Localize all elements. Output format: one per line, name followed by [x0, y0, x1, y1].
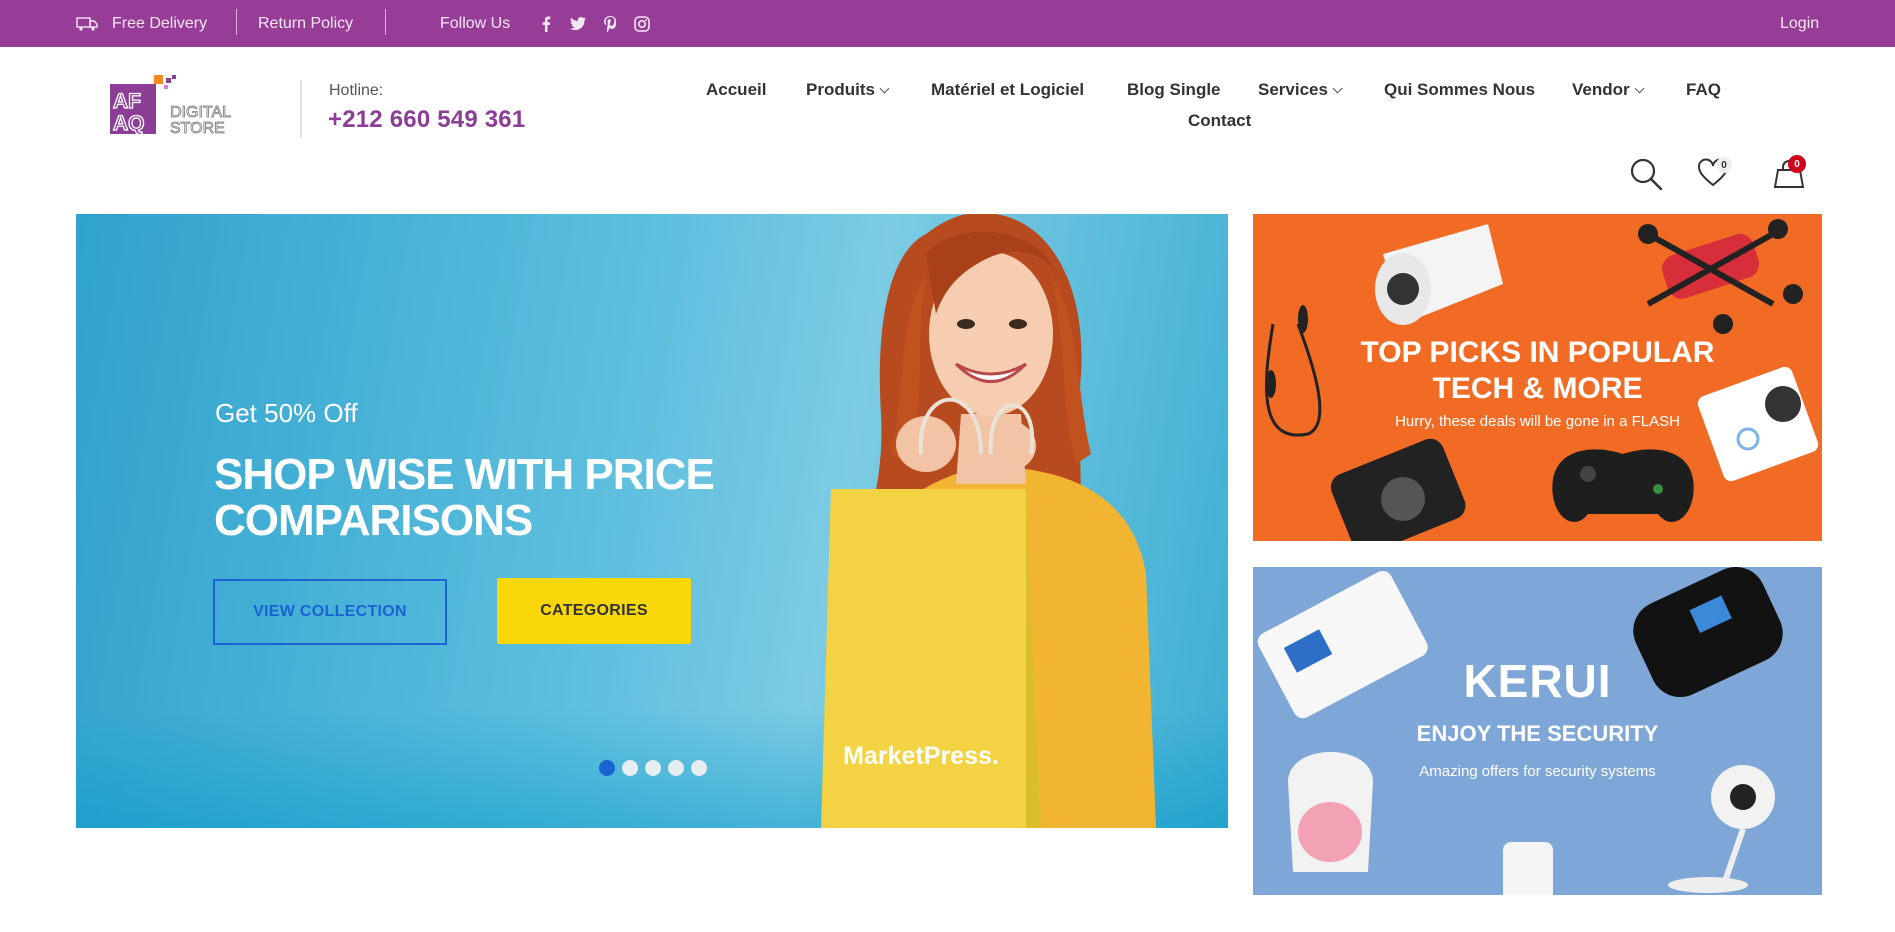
truck-icon [76, 16, 98, 31]
nav-blog-single[interactable]: Blog Single [1127, 80, 1221, 100]
svg-text:MarketPress.: MarketPress. [843, 742, 999, 770]
free-delivery[interactable]: Free Delivery [76, 0, 207, 47]
nav-label: Qui Sommes Nous [1384, 80, 1536, 99]
categories-button[interactable]: CATEGORIES [497, 578, 691, 644]
promo1-subtitle: Hurry, these deals will be gone in a FLA… [1395, 413, 1680, 430]
chevron-down-icon [1332, 83, 1343, 93]
nav-vendor[interactable]: Vendor [1572, 80, 1645, 100]
svg-text:AQ: AQ [113, 112, 145, 135]
instagram-icon[interactable] [633, 15, 651, 33]
hotline-label: Hotline: [329, 82, 384, 99]
store-logo[interactable]: AF AQ DIGITAL STORE [108, 72, 248, 140]
pinterest-icon[interactable] [601, 15, 619, 33]
follow-us-label: Follow Us [440, 0, 510, 47]
cart-count: 0 [1788, 155, 1806, 173]
follow-us-text: Follow Us [440, 14, 511, 32]
divider [236, 9, 237, 35]
promo2-title: ENJOY THE SECURITY [1416, 721, 1659, 746]
view-collection-button[interactable]: VIEW COLLECTION [213, 579, 447, 645]
nav-label: Contact [1188, 111, 1252, 130]
search-icon[interactable] [1629, 157, 1663, 196]
svg-text:AF: AF [113, 90, 141, 113]
nav-label: Blog Single [1127, 80, 1221, 99]
nav-label: Accueil [706, 80, 767, 99]
logo-graphic: AF AQ DIGITAL STORE [110, 75, 232, 137]
nav-faq[interactable]: FAQ [1686, 80, 1721, 100]
slider-dot[interactable] [622, 760, 638, 776]
nav-contact[interactable]: Contact [1188, 111, 1251, 131]
login-link[interactable]: Login [1780, 0, 1819, 47]
chevron-down-icon [879, 83, 890, 93]
kerui-brand: KERUI [1463, 655, 1612, 707]
nav-accueil[interactable]: Accueil [706, 80, 766, 100]
nav-label: FAQ [1686, 80, 1721, 99]
promo-banner-security[interactable]: KERUI ENJOY THE SECURITY Amazing offers … [1253, 567, 1822, 895]
hero-slider[interactable]: MarketPress. Get 50% Off SHOP WISE WITH … [76, 214, 1228, 828]
nav-materiel-logiciel[interactable]: Matériel et Logiciel [931, 80, 1084, 100]
free-delivery-label: Free Delivery [112, 14, 208, 32]
hero-title: SHOP WISE WITH PRICE COMPARISONS [214, 450, 715, 545]
nav-label: Vendor [1572, 80, 1630, 99]
slider-dot[interactable] [599, 760, 615, 776]
wishlist-count: 0 [1716, 157, 1732, 173]
promo1-title-line2: TECH & MORE [1432, 372, 1643, 405]
nav-label: Services [1258, 80, 1328, 99]
facebook-icon[interactable] [537, 15, 555, 33]
nav-produits[interactable]: Produits [806, 80, 890, 100]
svg-text:DIGITAL: DIGITAL [170, 104, 231, 121]
nav-services[interactable]: Services [1258, 80, 1343, 100]
top-bar: Free Delivery Return Policy Follow Us Lo… [0, 0, 1895, 47]
nav-label: Produits [806, 80, 875, 99]
return-policy-label: Return Policy [258, 14, 354, 32]
nav-label: Matériel et Logiciel [931, 80, 1085, 99]
svg-text:STORE: STORE [170, 120, 225, 137]
promo-banner-tech[interactable]: TOP PICKS IN POPULAR TECH & MORE Hurry, … [1253, 214, 1822, 541]
login-label: Login [1780, 14, 1820, 32]
hero-subtitle: Get 50% Off [215, 398, 358, 428]
chevron-down-icon [1634, 83, 1645, 93]
promo1-title-line1: TOP PICKS IN POPULAR [1360, 336, 1715, 369]
twitter-icon[interactable] [569, 15, 587, 33]
promo2-subtitle: Amazing offers for security systems [1419, 763, 1656, 780]
return-policy-link[interactable]: Return Policy [258, 0, 353, 47]
header-divider [300, 80, 302, 138]
nav-qui-sommes-nous[interactable]: Qui Sommes Nous [1384, 80, 1535, 100]
social-links [537, 0, 651, 47]
slider-dot[interactable] [691, 760, 707, 776]
slider-pagination [599, 760, 707, 776]
hero-woman-image: MarketPress. [821, 214, 1156, 828]
slider-dot[interactable] [645, 760, 661, 776]
divider [385, 9, 386, 35]
hotline-number[interactable]: +212 660 549 361 [328, 106, 525, 134]
slider-dot[interactable] [668, 760, 684, 776]
promo1-title: TOP PICKS IN POPULAR TECH & MORE [1253, 335, 1822, 407]
